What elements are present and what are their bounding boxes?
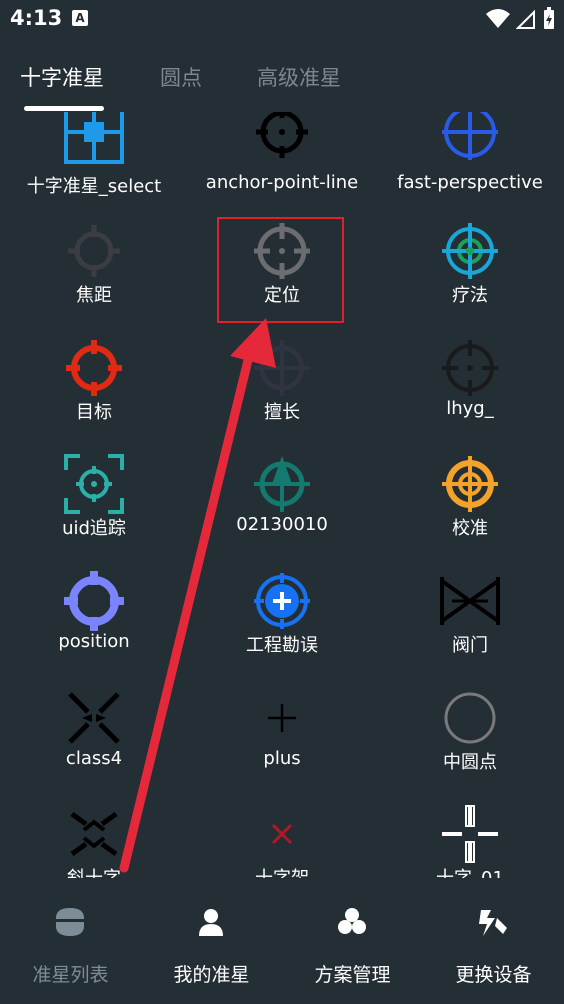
annotation-arrow bbox=[119, 318, 276, 873]
